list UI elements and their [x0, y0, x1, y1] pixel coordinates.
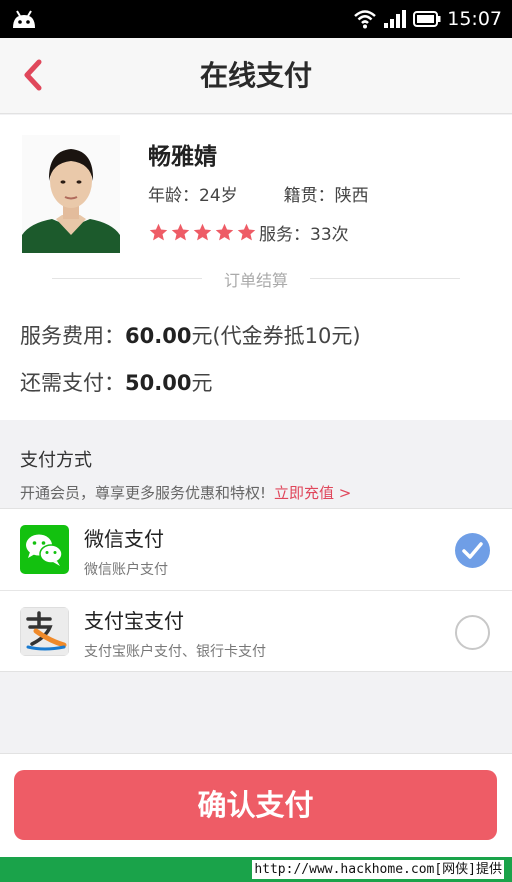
- wechat-radio-selected[interactable]: [455, 533, 490, 568]
- remaining-label: 还需支付：: [20, 371, 125, 395]
- alipay-icon: [20, 607, 69, 656]
- staff-origin: 籍贯：陕西: [283, 186, 369, 206]
- staff-age: 年龄：24岁: [148, 186, 238, 206]
- staff-name: 畅雅婧: [148, 144, 217, 170]
- battery-icon: [413, 11, 441, 27]
- payment-method-title: 支付方式: [20, 450, 92, 471]
- wechat-icon: [20, 525, 69, 574]
- confirm-bar: 确认支付: [0, 753, 512, 857]
- wechat-pay-desc: 微信账户支付: [84, 562, 168, 578]
- star-icon: [171, 223, 190, 241]
- service-fee-line: 服务费用：60.00元(代金券抵10元): [20, 320, 361, 350]
- promo-text: 开通会员，尊享更多服务优惠和特权!: [20, 484, 267, 502]
- remaining-amount: 50.00: [125, 371, 192, 395]
- service-fee-label: 服务费用：: [20, 324, 125, 348]
- recharge-link[interactable]: 立即充值 >: [274, 484, 351, 502]
- avatar: [22, 135, 120, 253]
- service-fee-amount: 60.00: [125, 324, 192, 348]
- status-bar: 15:07: [0, 0, 512, 38]
- star-icon: [237, 223, 256, 241]
- alipay-desc: 支付宝账户支付、银行卡支付: [84, 644, 266, 660]
- star-icon: [215, 223, 234, 241]
- service-count: 服务：33次: [259, 225, 349, 245]
- payment-options-list: 微信支付 微信账户支付 支付宝支付 支付宝账户支付、银行卡支付: [0, 508, 512, 672]
- watermark-text: http://www.hackhome.com[网侠]提供: [252, 860, 504, 879]
- chevron-left-icon: [24, 59, 42, 91]
- staff-profile-card: 畅雅婧 年龄：24岁 籍贯：陕西 服务：33次 订单结算 服务费用：60.00元(…: [0, 115, 512, 420]
- nav-bar: 在线支付: [0, 38, 512, 114]
- back-button[interactable]: [10, 52, 56, 98]
- divider-label: 订单结算: [223, 271, 288, 290]
- check-icon: [462, 542, 483, 559]
- watermark-bar: http://www.hackhome.com[网侠]提供: [0, 857, 512, 882]
- payment-option-alipay[interactable]: 支付宝支付 支付宝账户支付、银行卡支付: [0, 591, 512, 673]
- section-divider: 订单结算: [52, 265, 460, 291]
- alipay-label: 支付宝支付: [84, 609, 184, 633]
- staff-rating: 服务：33次: [148, 220, 349, 245]
- rating-stars: [148, 222, 257, 243]
- android-icon: [13, 10, 35, 28]
- confirm-pay-button[interactable]: 确认支付: [14, 770, 497, 840]
- star-icon: [149, 223, 168, 241]
- payment-method-header: 支付方式 开通会员，尊享更多服务优惠和特权! 立即充值 >: [0, 420, 512, 508]
- remaining-payment-line: 还需支付：50.00元: [20, 367, 212, 397]
- wifi-icon: [354, 10, 377, 29]
- staff-meta: 年龄：24岁 籍贯：陕西: [148, 181, 369, 206]
- alipay-radio-unselected[interactable]: [455, 615, 490, 650]
- payment-option-wechat[interactable]: 微信支付 微信账户支付: [0, 509, 512, 591]
- page-title: 在线支付: [199, 59, 312, 92]
- signal-icon: [384, 10, 407, 28]
- remaining-suffix: 元: [191, 371, 213, 395]
- member-promo: 开通会员，尊享更多服务优惠和特权! 立即充值 >: [20, 482, 351, 503]
- clock: 15:07: [447, 8, 502, 30]
- wechat-pay-label: 微信支付: [84, 527, 164, 551]
- service-fee-suffix: 元(代金券抵10元): [191, 324, 361, 348]
- star-icon: [193, 223, 212, 241]
